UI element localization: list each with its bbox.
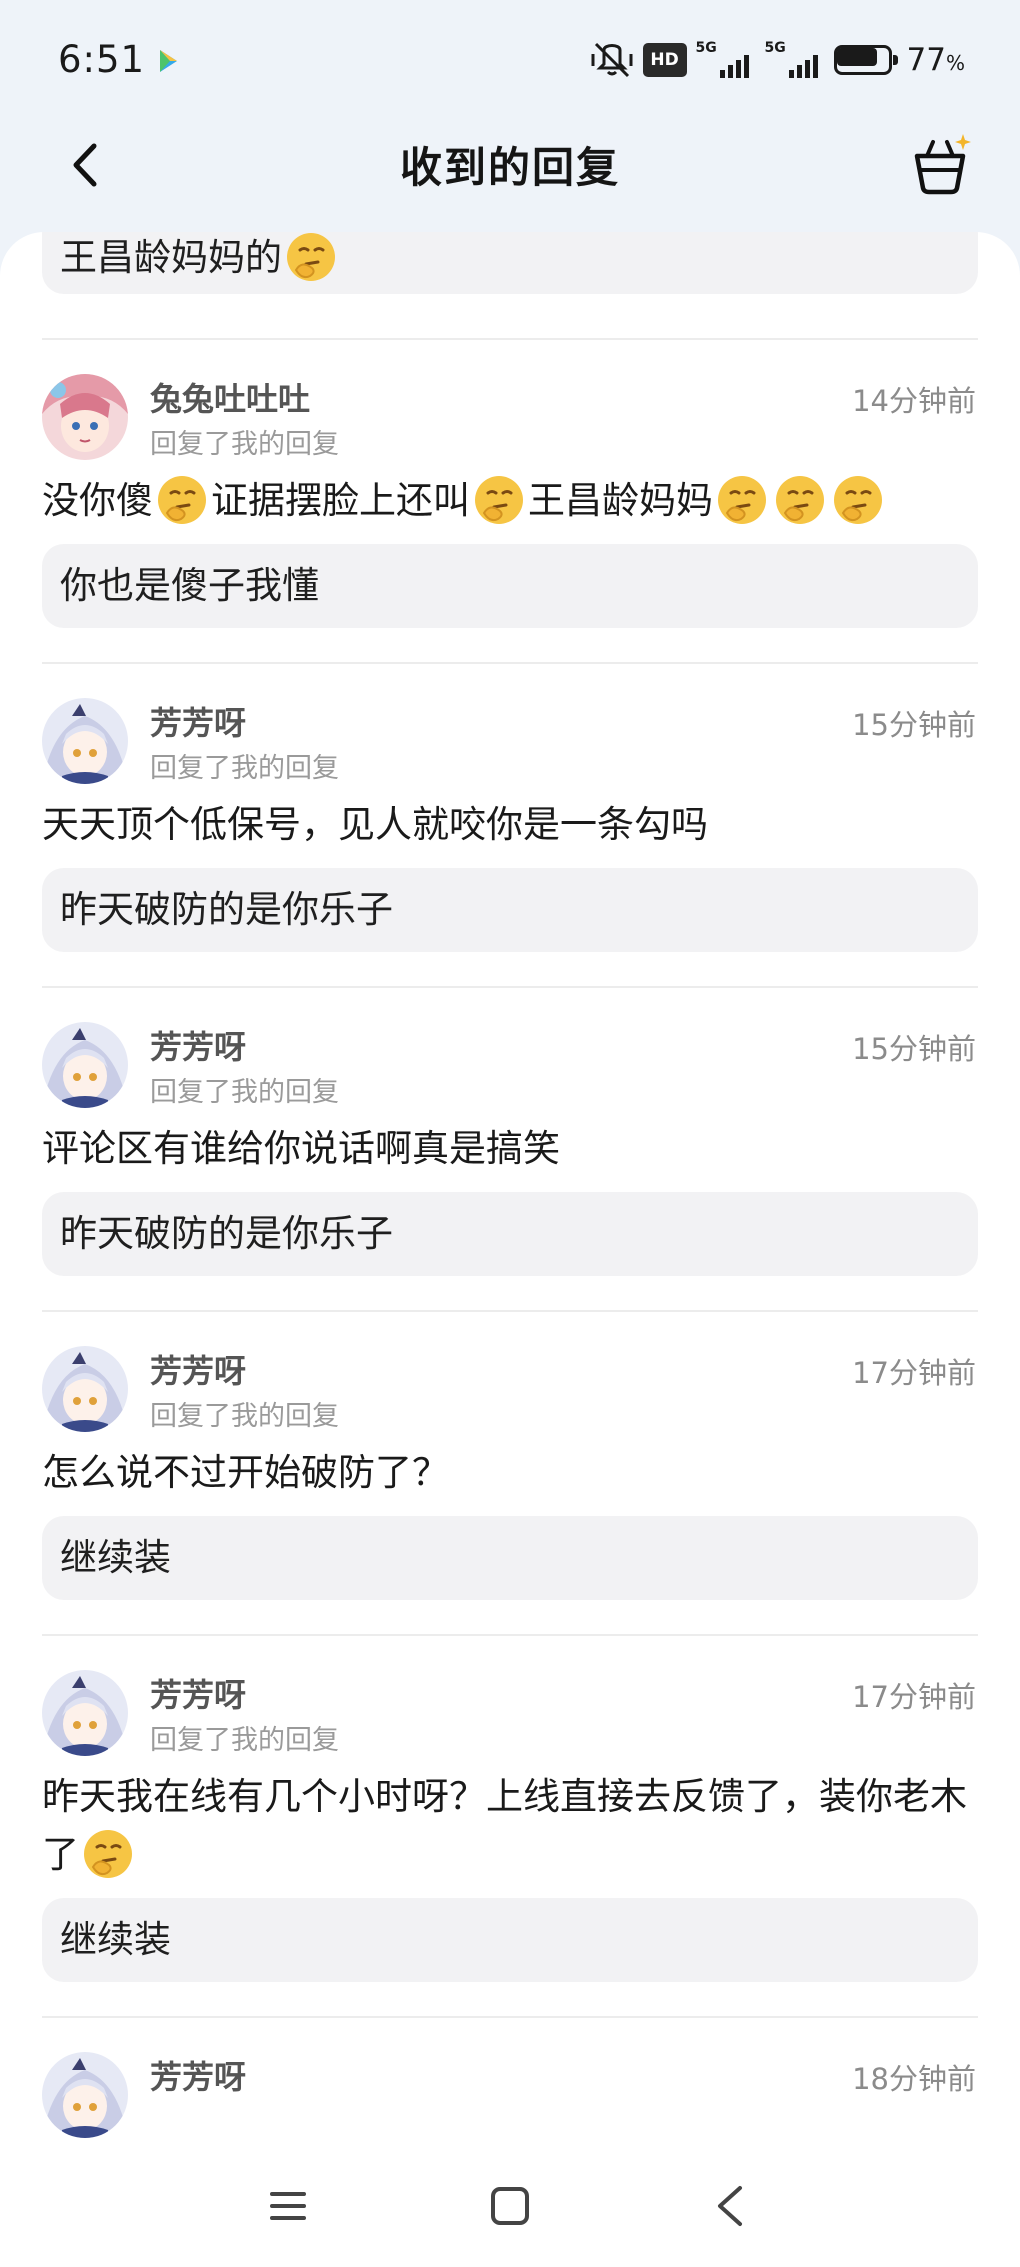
page-title: 收到的回复 [399, 143, 620, 192]
reply-notification-item[interactable]: 芳芳呀回复了我的回复 17分钟前昨天我在线有几个小时呀？上线直接去反馈了，装你老木… [0, 1666, 1020, 1982]
reply-action-label: 回复了我的回复 [150, 1725, 339, 1756]
my-reply-box[interactable]: 继续装 [42, 1898, 978, 1982]
reply-time: 15分钟前 [852, 708, 976, 742]
status-bar: 6:51 HD 5G 5G 77% [0, 0, 1020, 120]
reply-comment-text[interactable]: 天天顶个低保号，见人就咬你是一条勾吗 [42, 796, 978, 854]
thinking-face-emoji [834, 476, 882, 524]
user-avatar[interactable] [42, 1670, 128, 1756]
square-home-icon [491, 2187, 529, 2225]
network-label-1: 5G [695, 40, 717, 56]
menu-lines-icon [270, 2192, 306, 2220]
user-avatar[interactable] [42, 2052, 128, 2138]
hd-label: HD [650, 50, 679, 70]
user-avatar[interactable] [42, 1346, 128, 1432]
comment-text-part: 王昌龄妈妈 [528, 479, 713, 522]
username[interactable]: 芳芳呀 [150, 1670, 246, 1716]
reply-comment-text[interactable]: 评论区有谁给你说话啊真是搞笑 [42, 1120, 978, 1178]
status-time: 6:51 [58, 38, 146, 81]
my-reply-box[interactable]: 昨天破防的是你乐子 [42, 1192, 978, 1276]
my-reply-text: 昨天破防的是你乐子 [60, 888, 393, 931]
status-icons: HD 5G 5G 77% [590, 38, 965, 82]
notification-feed: 兔兔吐吐吐回复了我的回复 14分钟前没你傻 证据摆脸上还叫 王昌龄妈妈你也是傻子我懂芳… [0, 338, 1020, 2142]
my-reply-box[interactable]: 昨天破防的是你乐子 [42, 868, 978, 952]
reply-comment-text[interactable]: 昨天我在线有几个小时呀？上线直接去反馈了，装你老木了 [42, 1768, 978, 1884]
comment-text-part: 评论区有谁给你说话啊真是搞笑 [42, 1127, 560, 1170]
thinking-face-emoji [287, 233, 335, 281]
thinking-face-emoji [776, 476, 824, 524]
username[interactable]: 芳芳呀 [150, 1022, 246, 1068]
battery-unit: % [945, 51, 965, 75]
thinking-face-emoji [475, 476, 523, 524]
comment-text-part: 天天顶个低保号，见人就咬你是一条勾吗 [42, 803, 708, 846]
reply-action-label: 回复了我的回复 [150, 753, 339, 784]
item-divider [42, 1310, 978, 1312]
vibrate-mute-icon [591, 42, 633, 78]
reply-notification-item[interactable]: 芳芳呀 18分钟前 [0, 2048, 1020, 2142]
username[interactable]: 芳芳呀 [150, 2052, 246, 2098]
thinking-face-emoji [84, 1830, 132, 1878]
my-reply-box[interactable]: 王昌龄妈妈的 [42, 232, 978, 294]
nav-menu-button[interactable] [258, 2178, 318, 2234]
reply-action-label: 回复了我的回复 [150, 1077, 339, 1108]
user-avatar[interactable] [42, 1022, 128, 1108]
app-root: 6:51 HD 5G 5G 77% 收到的回复 王昌龄妈妈的 兔兔吐吐吐 回复了… [0, 0, 1020, 2267]
reply-time: 18分钟前 [852, 2062, 976, 2096]
item-divider [42, 338, 978, 340]
partial-reply-item: 王昌龄妈妈的 [0, 232, 1020, 294]
item-divider [42, 662, 978, 664]
my-reply-text: 继续装 [60, 1918, 171, 1961]
reply-comment-text[interactable]: 怎么说不过开始破防了？ [42, 1444, 978, 1502]
nav-back-button[interactable] [700, 2178, 760, 2234]
username[interactable]: 芳芳呀 [150, 698, 246, 744]
comment-text-part: 没你傻 [42, 479, 153, 522]
item-divider [42, 986, 978, 988]
username[interactable]: 芳芳呀 [150, 1346, 246, 1392]
battery-number: 77 [906, 42, 946, 78]
reply-comment-text[interactable]: 没你傻 证据摆脸上还叫 王昌龄妈妈 [42, 472, 978, 530]
user-avatar[interactable] [42, 374, 128, 460]
network-label-2: 5G [764, 40, 786, 56]
my-reply-text: 王昌龄妈妈的 [60, 236, 282, 279]
reply-action-label: 回复了我的回复 [150, 429, 339, 460]
thinking-face-emoji [718, 476, 766, 524]
nav-home-button[interactable] [480, 2178, 540, 2234]
reply-time: 14分钟前 [852, 384, 976, 418]
reply-notification-item[interactable]: 芳芳呀回复了我的回复 15分钟前天天顶个低保号，见人就咬你是一条勾吗昨天破防的是你… [0, 694, 1020, 952]
basket-sparkle-icon [914, 134, 971, 195]
replies-list: 王昌龄妈妈的 兔兔吐吐吐回复了我的回复 14分钟前没你傻 证据摆脸上还叫 王昌龄妈妈你… [0, 232, 1020, 2142]
my-reply-box[interactable]: 你也是傻子我懂 [42, 544, 978, 628]
reply-time: 17分钟前 [852, 1356, 976, 1390]
basket-button[interactable] [900, 120, 980, 210]
user-avatar[interactable] [42, 698, 128, 784]
reply-action-label: 回复了我的回复 [150, 1401, 339, 1432]
battery-level [836, 48, 877, 66]
reply-notification-item[interactable]: 兔兔吐吐吐回复了我的回复 14分钟前没你傻 证据摆脸上还叫 王昌龄妈妈你也是傻子我懂 [0, 370, 1020, 628]
my-reply-text: 昨天破防的是你乐子 [60, 1212, 393, 1255]
system-nav-bar [0, 2142, 1020, 2267]
battery-percent: 77% [907, 42, 965, 78]
my-reply-box[interactable]: 继续装 [42, 1516, 978, 1600]
my-reply-text: 继续装 [60, 1536, 171, 1579]
item-divider [42, 1634, 978, 1636]
thinking-face-emoji [158, 476, 206, 524]
comment-text-part: 昨天我在线有几个小时呀？上线直接去反馈了，装你老木了 [42, 1775, 967, 1876]
item-divider [42, 2016, 978, 2018]
signal-icon-2: 5G [765, 40, 825, 80]
triangle-back-icon [718, 2186, 742, 2226]
username[interactable]: 兔兔吐吐吐 [150, 374, 310, 420]
comment-text-part: 证据摆脸上还叫 [211, 479, 470, 522]
comment-text-part: 怎么说不过开始破防了？ [42, 1451, 449, 1494]
reply-time: 17分钟前 [852, 1680, 976, 1714]
signal-icon-1: 5G [696, 40, 756, 80]
battery-icon [833, 45, 898, 75]
reply-notification-item[interactable]: 芳芳呀回复了我的回复 17分钟前怎么说不过开始破防了？ 继续装 [0, 1342, 1020, 1600]
reply-time: 15分钟前 [852, 1032, 976, 1066]
play-store-icon [160, 50, 177, 72]
reply-notification-item[interactable]: 芳芳呀回复了我的回复 15分钟前评论区有谁给你说话啊真是搞笑昨天破防的是你乐子 [0, 1018, 1020, 1276]
page-header: 收到的回复 [0, 110, 1020, 240]
hd-voice-icon: HD [642, 43, 687, 77]
my-reply-text: 你也是傻子我懂 [60, 564, 319, 607]
